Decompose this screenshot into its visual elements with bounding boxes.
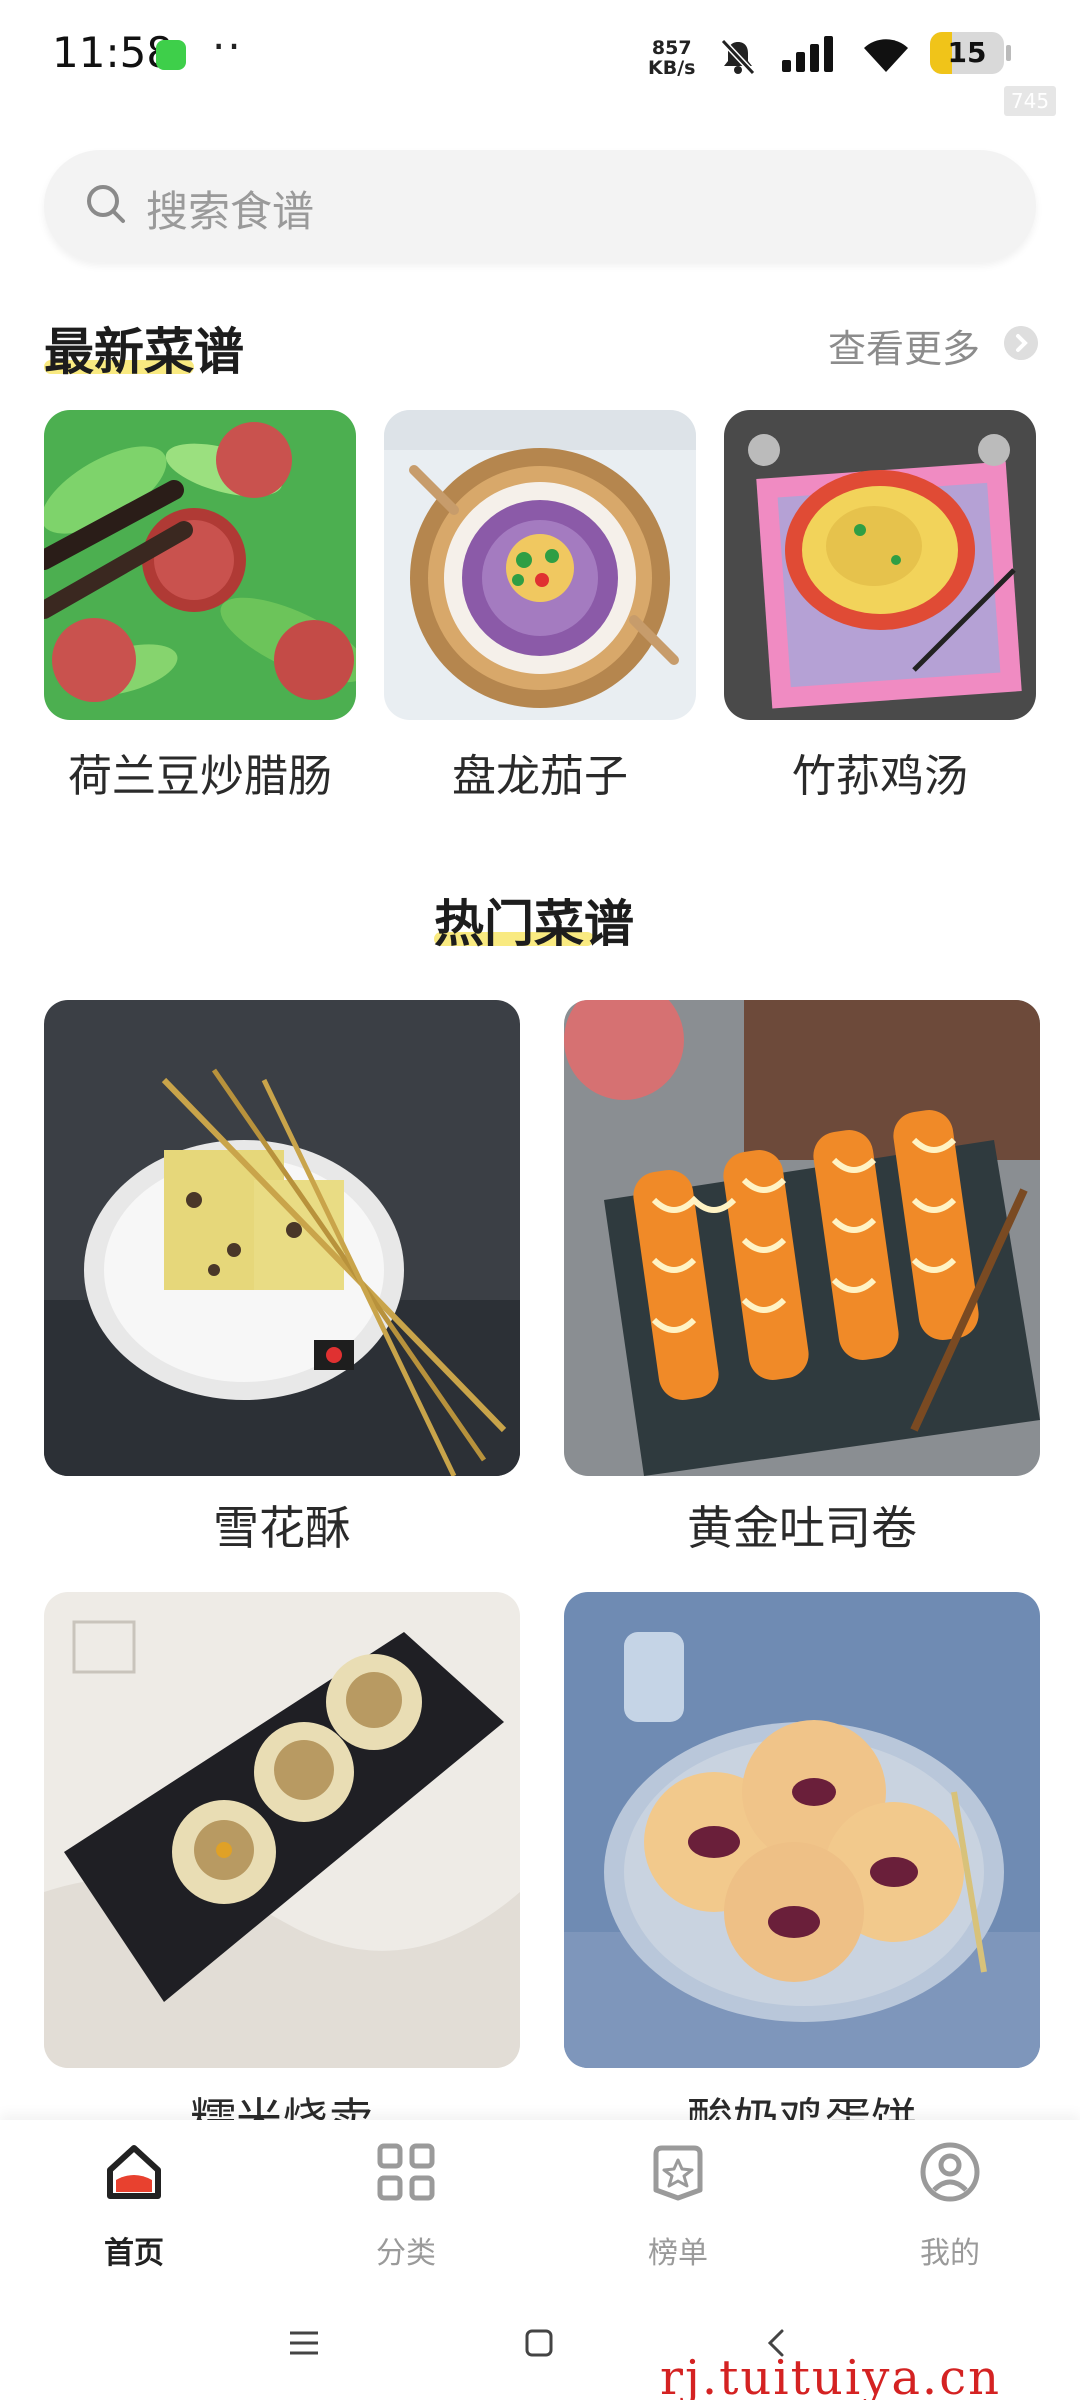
recipe-photo[interactable] <box>724 410 1036 720</box>
chevron-right-icon[interactable] <box>1004 326 1038 360</box>
hot-recipe-card[interactable]: 酸奶鸡蛋饼 <box>564 1592 1040 2147</box>
hot-recipe-card[interactable]: 黄金吐司卷 <box>564 1000 1040 1555</box>
tab-rankings[interactable]: 榜单 <box>588 2140 768 2280</box>
latest-recipe-card[interactable]: 盘龙茄子 <box>384 410 696 802</box>
recipe-photo[interactable] <box>44 1592 520 2068</box>
recipe-photo[interactable] <box>44 1000 520 1476</box>
mute-bell-icon <box>720 38 756 76</box>
hot-recipe-card[interactable]: 雪花酥 <box>44 1000 520 1555</box>
hot-section-title: 热门菜谱 <box>434 895 634 953</box>
watermark-text: rj.tuituiya.cn <box>660 2350 1001 2400</box>
tab-category[interactable]: 分类 <box>316 2140 496 2280</box>
tab-label: 首页 <box>104 2236 164 2271</box>
tab-label: 分类 <box>376 2236 436 2271</box>
tab-label: 榜单 <box>648 2236 708 2271</box>
battery-tip <box>1006 45 1011 61</box>
latest-recipe-card[interactable]: 竹荪鸡汤 <box>724 410 1036 802</box>
menu-icon[interactable] <box>288 2328 320 2358</box>
hot-recipe-card[interactable]: 糯米烧卖 <box>44 1592 520 2147</box>
search-input[interactable]: 搜索食谱 <box>44 150 1036 262</box>
network-speed: 857 KB/s <box>648 38 695 78</box>
profile-icon <box>920 2142 980 2202</box>
search-icon <box>87 185 125 223</box>
home-square-icon[interactable] <box>524 2328 554 2358</box>
latest-section-title: 最新菜谱 <box>44 323 244 381</box>
battery-icon: 15 <box>930 32 1004 74</box>
recipe-name: 荷兰豆炒腊肠 <box>68 751 332 802</box>
more-notifications-indicator: ·· <box>212 22 243 71</box>
recipe-photo[interactable] <box>564 1000 1040 1476</box>
cell-signal-icon <box>782 36 833 72</box>
status-time: 11:58 <box>52 28 174 77</box>
recipe-name: 盘龙茄子 <box>452 751 628 802</box>
app-notification-icon <box>156 40 186 70</box>
tab-home[interactable]: 首页 <box>44 2140 224 2280</box>
network-speed-value: 857 <box>651 37 692 59</box>
bottom-tab-bar: 首页 分类 榜单 我的 <box>0 2120 1080 2290</box>
tab-profile[interactable]: 我的 <box>860 2140 1040 2280</box>
corner-badge: 745 <box>1004 86 1056 116</box>
status-bar: 11:58 ·· 857 KB/s 15 745 <box>0 0 1080 116</box>
recipe-name: 竹荪鸡汤 <box>792 751 968 802</box>
star-list-icon <box>653 2145 703 2201</box>
tab-label: 我的 <box>920 2236 980 2271</box>
home-icon <box>107 2145 161 2199</box>
search-placeholder: 搜索食谱 <box>146 187 315 236</box>
recipe-photo[interactable] <box>44 410 356 720</box>
see-more-link[interactable]: 查看更多 <box>828 318 980 373</box>
network-speed-unit: KB/s <box>648 57 696 79</box>
recipe-photo[interactable] <box>564 1592 1040 2068</box>
latest-recipe-card[interactable]: 荷兰豆炒腊肠 <box>44 410 356 802</box>
grid-icon <box>377 2143 435 2201</box>
recipe-name: 雪花酥 <box>213 1501 351 1555</box>
recipe-name: 黄金吐司卷 <box>687 1501 917 1555</box>
wifi-icon <box>864 39 908 72</box>
recipe-photo[interactable] <box>384 410 696 720</box>
battery-level: 15 <box>947 36 987 69</box>
